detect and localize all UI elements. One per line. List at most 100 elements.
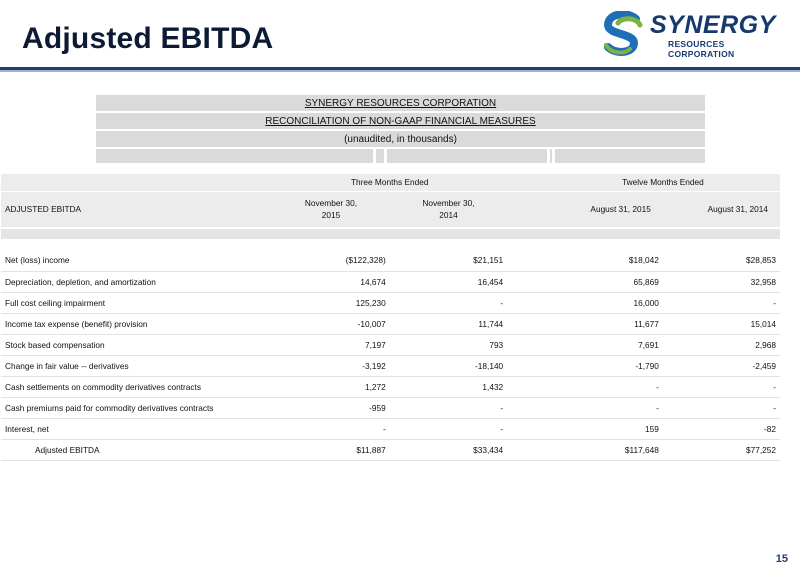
value-cell: 2,968 bbox=[662, 334, 780, 356]
column-header: August 31, 2014 bbox=[662, 191, 780, 228]
table-row: Change in fair value -- derivatives -3,19… bbox=[1, 355, 780, 377]
value-cell: - bbox=[662, 397, 780, 419]
table-row: Income tax expense (benefit) provision -1… bbox=[1, 313, 780, 335]
report-name: RECONCILIATION OF NON-GAAP FINANCIAL MEA… bbox=[265, 116, 536, 127]
value-cell: -18,140 bbox=[389, 355, 508, 377]
value-cell: 159 bbox=[545, 418, 663, 440]
empty-cell bbox=[1, 239, 780, 250]
column-header-row: ADJUSTED EBITDA November 30, 2015 Novembe… bbox=[1, 191, 780, 228]
value-cell: $18,042 bbox=[545, 250, 663, 272]
table-row: Cash premiums paid for commodity derivat… bbox=[1, 397, 780, 419]
header-rule-accent bbox=[0, 70, 800, 72]
column-header-line: 2015 bbox=[321, 210, 341, 221]
value-cell: 11,677 bbox=[545, 313, 663, 335]
empty-cell bbox=[507, 439, 546, 461]
empty-cell bbox=[507, 271, 546, 293]
value-cell: $77,252 bbox=[662, 439, 780, 461]
value-cell: ($122,328) bbox=[272, 250, 390, 272]
value-cell: 1,272 bbox=[272, 376, 390, 398]
empty-cell bbox=[507, 355, 546, 377]
company-name: SYNERGY RESOURCES CORPORATION bbox=[304, 98, 497, 109]
cell-divider bbox=[373, 149, 376, 163]
empty-cell bbox=[507, 418, 546, 440]
value-cell: 125,230 bbox=[272, 292, 390, 314]
header-blank-row bbox=[96, 149, 705, 163]
value-cell: - bbox=[545, 397, 663, 419]
period-group-row: Three Months Ended Twelve Months Ended bbox=[1, 174, 780, 192]
value-cell: 7,197 bbox=[272, 334, 390, 356]
empty-cell bbox=[272, 227, 390, 239]
column-header: November 30, 2015 bbox=[272, 191, 390, 228]
report-note-row: (unaudited, in thousands) bbox=[96, 131, 705, 149]
value-cell: 16,000 bbox=[545, 292, 663, 314]
value-cell: $11,887 bbox=[272, 439, 390, 461]
report-note: (unaudited, in thousands) bbox=[344, 134, 457, 145]
row-label: Income tax expense (benefit) provision bbox=[1, 313, 273, 335]
value-cell: 15,014 bbox=[662, 313, 780, 335]
column-header: November 30, 2014 bbox=[389, 191, 508, 228]
table-row: Net (loss) income ($122,328) $21,151 $18,04… bbox=[1, 250, 780, 272]
row-label: Cash premiums paid for commodity derivat… bbox=[1, 397, 273, 419]
value-cell: $117,648 bbox=[545, 439, 663, 461]
cell-divider bbox=[384, 149, 387, 163]
column-header-line: November 30, bbox=[304, 198, 358, 209]
value-cell: -1,790 bbox=[545, 355, 663, 377]
empty-cell bbox=[389, 227, 508, 239]
value-cell: 32,958 bbox=[662, 271, 780, 293]
value-cell: $33,434 bbox=[389, 439, 508, 461]
empty-cell bbox=[507, 191, 546, 228]
value-cell: $28,853 bbox=[662, 250, 780, 272]
value-cell: -959 bbox=[272, 397, 390, 419]
row-header-label: ADJUSTED EBITDA bbox=[1, 191, 273, 228]
twelve-months-header: Twelve Months Ended bbox=[545, 174, 780, 192]
empty-cell bbox=[545, 227, 663, 239]
column-header: August 31, 2015 bbox=[545, 191, 663, 228]
empty-cell bbox=[507, 250, 546, 272]
row-label: Net (loss) income bbox=[1, 250, 273, 272]
row-label: Depreciation, depletion, and amortizatio… bbox=[1, 271, 273, 293]
swoosh-s-icon bbox=[603, 11, 643, 56]
three-months-header: Three Months Ended bbox=[272, 174, 508, 192]
value-cell: - bbox=[389, 418, 508, 440]
cell-divider bbox=[552, 149, 555, 163]
column-header-line: November 30, bbox=[422, 198, 475, 209]
value-cell: - bbox=[389, 292, 508, 314]
value-cell: 11,744 bbox=[389, 313, 508, 335]
value-cell: 793 bbox=[389, 334, 508, 356]
value-cell: -2,459 bbox=[662, 355, 780, 377]
value-cell: - bbox=[545, 376, 663, 398]
table-row: Cash settlements on commodity derivative… bbox=[1, 376, 780, 398]
table-row: Depreciation, depletion, and amortizatio… bbox=[1, 271, 780, 293]
empty-cell bbox=[507, 313, 546, 335]
empty-cell bbox=[1, 174, 273, 192]
value-cell: 1,432 bbox=[389, 376, 508, 398]
value-cell: $21,151 bbox=[389, 250, 508, 272]
value-cell: - bbox=[662, 376, 780, 398]
row-label: Full cost ceiling impairment bbox=[1, 292, 273, 314]
empty-cell bbox=[1, 227, 273, 239]
logo-subtitle: RESOURCES CORPORATION bbox=[668, 39, 735, 59]
value-cell: - bbox=[662, 292, 780, 314]
page-number: 15 bbox=[775, 553, 788, 565]
logo-wordmark: SYNERGY bbox=[650, 11, 776, 39]
value-cell: 14,674 bbox=[272, 271, 390, 293]
empty-cell bbox=[507, 334, 546, 356]
value-cell: -3,192 bbox=[272, 355, 390, 377]
row-label: Interest, net bbox=[1, 418, 273, 440]
empty-cell bbox=[507, 397, 546, 419]
report-name-row: RECONCILIATION OF NON-GAAP FINANCIAL MEA… bbox=[96, 113, 705, 131]
company-logo: SYNERGY RESOURCES CORPORATION bbox=[600, 9, 775, 61]
spacer-row bbox=[1, 239, 780, 250]
row-label: Adjusted EBITDA bbox=[1, 439, 273, 461]
header-spacer-row bbox=[1, 227, 780, 239]
cell-divider bbox=[547, 149, 550, 163]
total-row: Adjusted EBITDA $11,887 $33,434 $117,648 $77… bbox=[1, 439, 780, 461]
empty-cell bbox=[507, 292, 546, 314]
value-cell: - bbox=[389, 397, 508, 419]
value-cell: - bbox=[272, 418, 390, 440]
column-header-line: 2014 bbox=[439, 210, 458, 221]
table-row: Interest, net - -159 -82 bbox=[1, 418, 780, 440]
empty-cell bbox=[507, 227, 546, 239]
empty-cell bbox=[662, 227, 780, 239]
table-row: Stock based compensation 7,197 793 7,691 2,9… bbox=[1, 334, 780, 356]
